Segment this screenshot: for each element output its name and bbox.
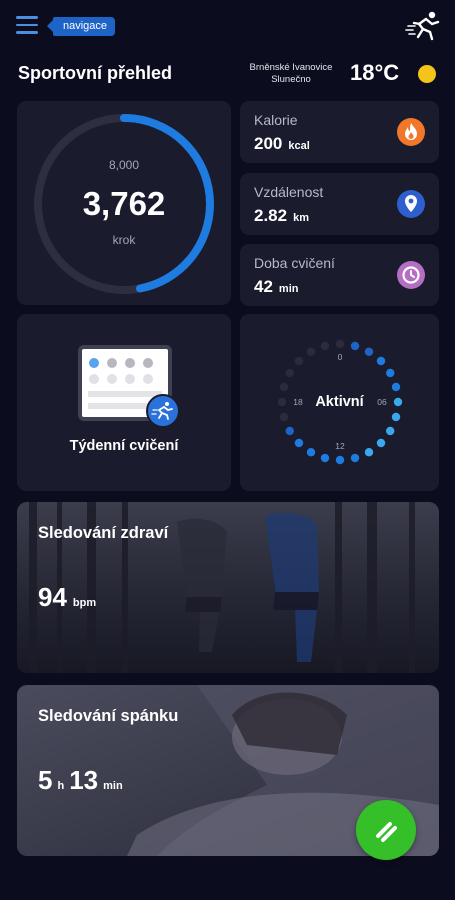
sleep-hours: 5 xyxy=(38,765,53,795)
health-tracking-title: Sledování zdraví xyxy=(38,524,169,542)
calories-label: Kalorie xyxy=(254,112,298,128)
clock-icon xyxy=(397,261,425,289)
workout-time-label: Doba cvičení xyxy=(254,255,335,271)
activity-dot xyxy=(306,347,316,356)
activity-dot xyxy=(391,412,401,422)
steps-goal: 8,000 xyxy=(108,158,140,172)
activity-dot xyxy=(279,382,289,392)
activity-dot xyxy=(386,426,395,436)
activity-label: Aktivní xyxy=(315,394,364,410)
distance-card[interactable]: Vzdálenost 2.82 km xyxy=(240,173,439,235)
workout-time-card[interactable]: Doba cvičení 42 min xyxy=(240,244,439,306)
health-tracking-card[interactable]: Sledování zdraví 94 bpm xyxy=(17,502,439,673)
activity-dot xyxy=(364,448,374,457)
weekly-workout-label: Týdenní cvičení xyxy=(69,438,179,454)
calories-number: 200 xyxy=(254,134,283,153)
activity-hour-label: 12 xyxy=(335,441,345,451)
activity-dot xyxy=(306,448,316,457)
weather-condition: Slunečno xyxy=(271,74,311,85)
activity-dot xyxy=(279,412,289,422)
sleep-tracking-title: Sledování spánku xyxy=(38,707,179,725)
slash-lines-icon xyxy=(376,822,397,842)
sleep-minutes-unit: min xyxy=(103,780,123,792)
menu-icon[interactable] xyxy=(16,16,38,34)
sleep-hours-unit: h xyxy=(57,780,65,792)
location-pin-icon xyxy=(397,190,425,218)
distance-unit: km xyxy=(293,212,309,224)
heart-rate-number: 94 xyxy=(38,582,67,612)
activity-dot xyxy=(320,341,330,351)
steps-unit: krok xyxy=(112,233,136,247)
location-name: Brněnské Ivanovice xyxy=(249,62,333,73)
workout-time-value: 42 min xyxy=(254,277,298,297)
activity-dot xyxy=(294,356,304,366)
heart-rate-unit: bpm xyxy=(72,597,97,609)
activity-dot xyxy=(285,426,294,436)
activity-dot xyxy=(364,347,374,356)
sun-icon xyxy=(418,65,436,83)
activity-dot xyxy=(376,438,386,448)
weather-location: Brněnské Ivanovice Slunečno xyxy=(243,62,339,86)
activity-dot xyxy=(294,438,304,448)
activity-hour-label: 0 xyxy=(338,352,343,362)
distance-label: Vzdálenost xyxy=(254,184,324,200)
calories-card[interactable]: Kalorie 200 kcal xyxy=(240,101,439,163)
activity-dot xyxy=(350,341,360,351)
activity-clock-card[interactable]: 0 06 12 18 Aktivní xyxy=(240,314,439,491)
temperature: 18°C xyxy=(350,60,400,85)
distance-number: 2.82 xyxy=(254,206,288,225)
steps-count: 3,762 xyxy=(82,185,166,222)
navigation-badge[interactable]: navigace xyxy=(46,17,116,36)
page-title: Sportovní přehled xyxy=(18,63,173,83)
workout-time-unit: min xyxy=(278,283,299,295)
distance-value: 2.82 km xyxy=(254,206,309,226)
quick-action-button[interactable] xyxy=(356,800,416,860)
calories-value: 200 kcal xyxy=(254,134,310,154)
activity-dot xyxy=(376,356,386,366)
activity-dot xyxy=(285,368,294,378)
heart-rate-value: 94 bpm xyxy=(38,582,96,613)
activity-dot xyxy=(350,453,360,463)
activity-dot xyxy=(335,455,345,465)
weekly-workout-card[interactable]: Týdenní cvičení xyxy=(17,314,231,491)
runner-badge-icon xyxy=(146,394,180,428)
activity-dot xyxy=(335,339,345,349)
activity-dot xyxy=(386,368,395,378)
activity-dot xyxy=(391,382,401,392)
fire-icon xyxy=(397,118,425,146)
steps-card[interactable]: 8,000 3,762 krok xyxy=(17,101,231,305)
calories-unit: kcal xyxy=(288,140,310,152)
activity-dot xyxy=(320,453,330,463)
sleep-minutes: 13 xyxy=(69,765,99,795)
workout-time-number: 42 xyxy=(254,277,273,296)
sleep-duration: 5 h 13 min xyxy=(38,765,128,796)
runner-logo-icon xyxy=(405,11,440,41)
top-bar: navigace xyxy=(0,0,455,52)
